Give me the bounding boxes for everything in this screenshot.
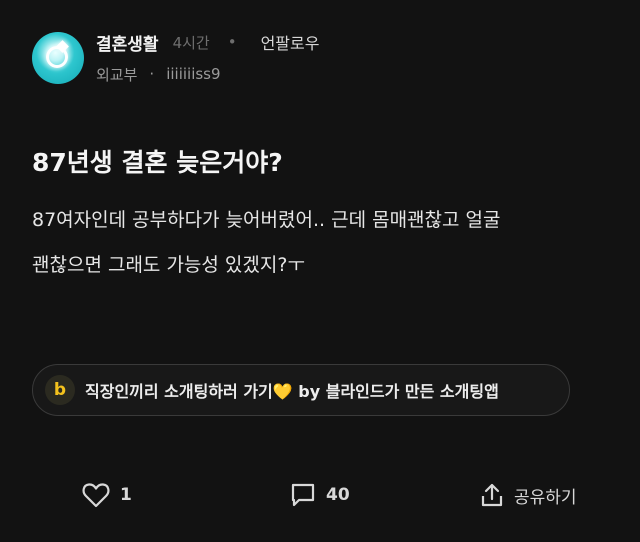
community-name[interactable]: 결혼생활 <box>96 30 159 55</box>
share-label: 공유하기 <box>514 487 577 508</box>
author-company[interactable]: 외교부 <box>96 64 137 85</box>
promo-banner[interactable]: b 직장인끼리 소개팅하러 가기💛 by 블라인드가 만든 소개팅앱 <box>32 364 570 416</box>
header-row-top: 결혼생활 4시간 • 언팔로우 <box>96 30 320 55</box>
blind-logo-icon: b <box>45 375 75 405</box>
header-row-author: 외교부 · iiiiiiiss9 <box>96 63 221 85</box>
like-count: 1 <box>120 485 132 505</box>
comment-button[interactable]: 40 <box>290 478 350 512</box>
post-body-line: 괜찮으면 그래도 가능성 있겠지?ㅜ <box>32 254 305 276</box>
comment-icon <box>291 483 315 507</box>
unfollow-button[interactable]: 언팔로우 <box>261 30 320 54</box>
post-actions: 1 40 공유하기 <box>0 478 640 512</box>
author-separator: · <box>149 65 155 83</box>
share-button[interactable]: 공유하기 <box>480 478 577 512</box>
post-header: 결혼생활 4시간 • 언팔로우 외교부 · iiiiiiiss9 <box>32 30 612 86</box>
community-avatar[interactable] <box>32 32 84 84</box>
comment-count: 40 <box>326 485 350 505</box>
post-time: 4시간 <box>172 33 210 52</box>
like-button[interactable]: 1 <box>82 478 132 512</box>
promo-text: 직장인끼리 소개팅하러 가기💛 by 블라인드가 만든 소개팅앱 <box>85 382 499 401</box>
separator-dot: • <box>227 33 237 51</box>
post-body: 87여자인데 공부하다가 늦어버렸어.. 근데 몸매괜찮고 얼굴 괜찮으면 그래… <box>32 198 622 288</box>
author-name[interactable]: iiiiiiiss9 <box>166 65 220 83</box>
share-icon <box>481 483 503 507</box>
heart-icon <box>82 483 110 508</box>
post-title: 87년생 결혼 늦은거야? <box>32 148 283 177</box>
post-body-line: 87여자인데 공부하다가 늦어버렸어.. 근데 몸매괜찮고 얼굴 <box>32 209 501 231</box>
